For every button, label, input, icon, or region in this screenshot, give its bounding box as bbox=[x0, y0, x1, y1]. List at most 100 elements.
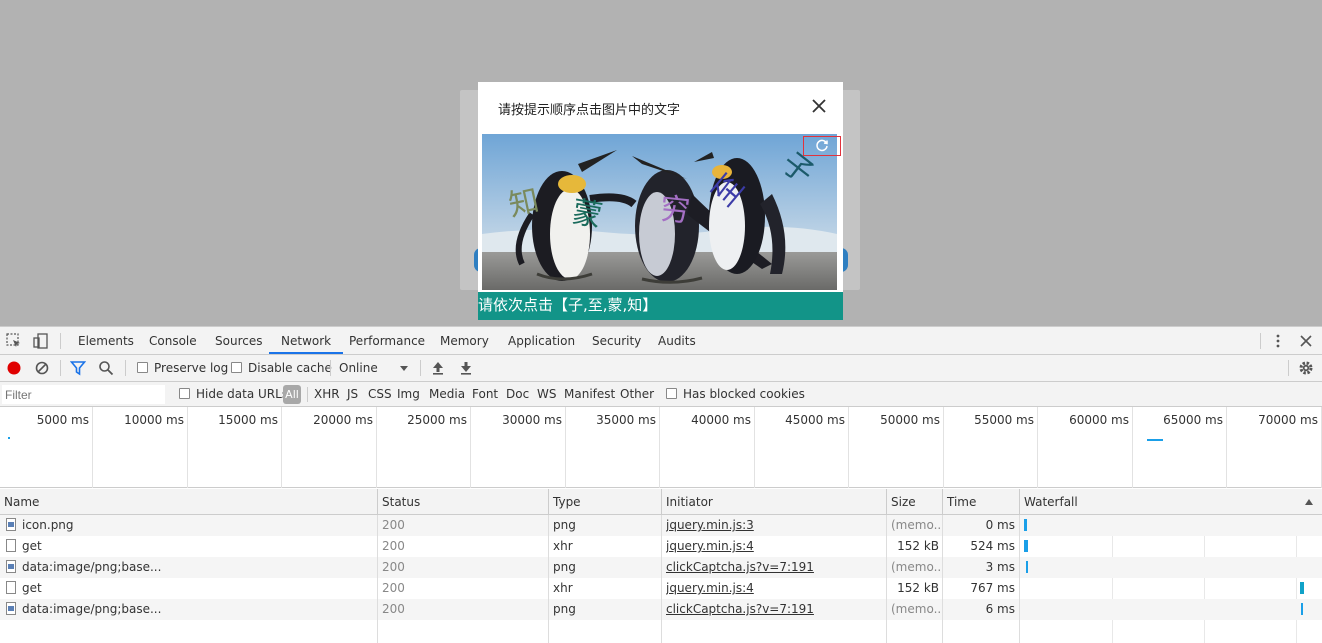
close-icon[interactable] bbox=[811, 98, 827, 114]
request-type: png bbox=[553, 518, 576, 532]
tab-audits[interactable]: Audits bbox=[658, 327, 696, 354]
column-header-initiator[interactable]: Initiator bbox=[662, 489, 887, 515]
tab-console[interactable]: Console bbox=[149, 327, 197, 354]
request-name-cell: data:image/png;base... bbox=[6, 599, 376, 620]
export-har-icon[interactable] bbox=[458, 360, 474, 376]
filter-font[interactable]: Font bbox=[472, 382, 498, 407]
gear-icon[interactable] bbox=[1298, 360, 1314, 376]
column-header-time[interactable]: Time bbox=[943, 489, 1020, 515]
request-type: xhr bbox=[553, 581, 573, 595]
toolbar-separator-3 bbox=[330, 360, 331, 376]
close-devtools-icon[interactable] bbox=[1298, 333, 1314, 349]
filter-separator bbox=[307, 387, 308, 402]
overview-tick: 10000 ms bbox=[93, 407, 188, 488]
tab-security[interactable]: Security bbox=[592, 327, 641, 354]
request-initiator-link[interactable]: jquery.min.js:3 bbox=[666, 515, 754, 536]
disable-cache-checkbox[interactable]: Disable cache bbox=[231, 355, 332, 381]
has-blocked-cookies-label: Has blocked cookies bbox=[683, 387, 805, 401]
request-initiator-link[interactable]: jquery.min.js:4 bbox=[666, 536, 754, 557]
filter-other[interactable]: Other bbox=[620, 382, 654, 407]
request-name: icon.png bbox=[22, 518, 74, 532]
tab-memory[interactable]: Memory bbox=[440, 327, 489, 354]
tab-network[interactable]: Network bbox=[269, 327, 344, 354]
filter-xhr[interactable]: XHR bbox=[314, 382, 340, 407]
network-toolbar: Preserve log Disable cache Online bbox=[0, 355, 1322, 382]
devtools-panel: Elements Console Sources Network Perform… bbox=[0, 326, 1322, 643]
captcha-title: 请按提示顺序点击图片中的文字 bbox=[498, 103, 681, 118]
overview-request-mark bbox=[1147, 439, 1163, 441]
request-initiator-link[interactable]: jquery.min.js:4 bbox=[666, 578, 754, 599]
column-header-status[interactable]: Status bbox=[378, 489, 549, 515]
overview-tick: 20000 ms bbox=[282, 407, 377, 488]
record-icon[interactable] bbox=[6, 360, 22, 376]
overview-tick-label: 65000 ms bbox=[1163, 413, 1223, 427]
disable-cache-box bbox=[231, 362, 242, 373]
document-file-icon bbox=[6, 581, 16, 594]
column-header-name[interactable]: Name bbox=[0, 489, 378, 515]
overview-tick-label: 30000 ms bbox=[502, 413, 562, 427]
overview-tick: 65000 ms bbox=[1132, 407, 1227, 488]
network-filter-bar: Hide data URLs All XHR JS CSS Img Media … bbox=[0, 382, 1322, 407]
captcha-char-3[interactable]: 穷 bbox=[658, 192, 691, 230]
toolbar-separator-2 bbox=[125, 360, 126, 376]
hide-data-urls-label: Hide data URLs bbox=[196, 387, 289, 401]
column-divider bbox=[548, 515, 549, 643]
request-name-cell: icon.png bbox=[6, 515, 376, 536]
filter-manifest[interactable]: Manifest bbox=[564, 382, 615, 407]
waterfall-bar bbox=[1024, 519, 1027, 531]
inspect-element-icon[interactable] bbox=[6, 333, 22, 349]
clear-icon[interactable] bbox=[34, 360, 50, 376]
captcha-char-1[interactable]: 知 bbox=[506, 183, 543, 223]
waterfall-bar bbox=[1300, 582, 1304, 594]
tab-sources[interactable]: Sources bbox=[215, 327, 262, 354]
filter-img[interactable]: Img bbox=[397, 382, 420, 407]
throttle-select[interactable]: Online bbox=[339, 355, 378, 381]
filter-input[interactable] bbox=[2, 385, 165, 404]
more-options-icon[interactable] bbox=[1270, 333, 1286, 349]
column-header-waterfall[interactable]: Waterfall bbox=[1020, 489, 1322, 515]
filter-all-button[interactable]: All bbox=[283, 385, 301, 404]
filter-ws[interactable]: WS bbox=[537, 382, 556, 407]
overview-tick: 40000 ms bbox=[660, 407, 755, 488]
filter-css[interactable]: CSS bbox=[368, 382, 392, 407]
overview-tick-label: 10000 ms bbox=[124, 413, 184, 427]
refresh-button[interactable] bbox=[803, 136, 841, 156]
device-toolbar-icon[interactable] bbox=[33, 333, 49, 349]
tab-elements[interactable]: Elements bbox=[78, 327, 134, 354]
filter-media[interactable]: Media bbox=[429, 382, 465, 407]
request-status: 200 bbox=[382, 602, 405, 616]
captcha-header: 请按提示顺序点击图片中的文字 bbox=[478, 82, 843, 132]
captcha-prompt: 请依次点击【子,至,蒙,知】 bbox=[478, 292, 843, 320]
captcha-char-2[interactable]: 蒙 bbox=[569, 195, 605, 235]
tab-performance[interactable]: Performance bbox=[349, 327, 425, 354]
overview-tick: 25000 ms bbox=[376, 407, 471, 488]
overview-tick-label: 20000 ms bbox=[313, 413, 373, 427]
has-blocked-cookies-checkbox[interactable]: Has blocked cookies bbox=[666, 382, 805, 407]
request-type: png bbox=[553, 602, 576, 616]
network-overview-timeline[interactable]: 5000 ms 10000 ms 15000 ms 20000 ms 25000… bbox=[0, 407, 1322, 488]
search-icon[interactable] bbox=[98, 360, 114, 376]
filter-js[interactable]: JS bbox=[347, 382, 358, 407]
hide-data-urls-checkbox[interactable]: Hide data URLs bbox=[179, 382, 288, 407]
request-time: 0 ms bbox=[985, 518, 1015, 532]
tab-application[interactable]: Application bbox=[508, 327, 575, 354]
column-divider bbox=[377, 515, 378, 643]
image-file-icon bbox=[6, 518, 16, 531]
column-header-size[interactable]: Size bbox=[887, 489, 943, 515]
network-requests-table: Name Status Type Initiator Size Time Wat… bbox=[0, 489, 1322, 643]
preserve-log-checkbox[interactable]: Preserve log bbox=[137, 355, 228, 381]
request-status: 200 bbox=[382, 518, 405, 532]
filter-doc[interactable]: Doc bbox=[506, 382, 529, 407]
chevron-down-icon[interactable] bbox=[396, 360, 412, 376]
column-header-type[interactable]: Type bbox=[549, 489, 662, 515]
captcha-image[interactable]: 知 蒙 穷 至 子 bbox=[482, 134, 837, 290]
request-name-cell: data:image/png;base... bbox=[6, 557, 376, 578]
request-name: get bbox=[22, 581, 42, 595]
request-initiator-link[interactable]: clickCaptcha.js?v=7:191 bbox=[666, 557, 814, 578]
filter-icon[interactable] bbox=[70, 360, 86, 376]
import-har-icon[interactable] bbox=[430, 360, 446, 376]
image-file-icon bbox=[6, 602, 16, 615]
request-initiator-link[interactable]: clickCaptcha.js?v=7:191 bbox=[666, 599, 814, 620]
request-size: 152 kB bbox=[897, 539, 939, 553]
overview-tick-label: 15000 ms bbox=[218, 413, 278, 427]
